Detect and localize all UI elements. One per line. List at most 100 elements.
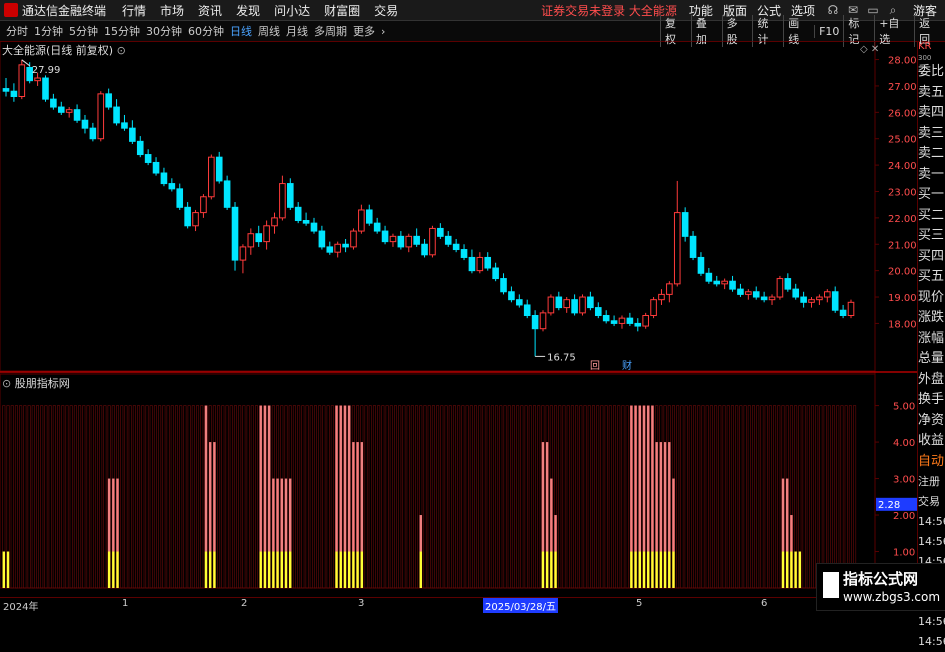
x-label: 5 (636, 598, 643, 609)
candle (294, 202, 302, 224)
y-tick-label: 25.00 (888, 135, 917, 146)
period-1min[interactable]: 1分钟 (34, 23, 63, 39)
indicator-bar (284, 405, 288, 589)
bar-lower (6, 551, 10, 588)
stock-chart-area[interactable]: 28.00 27.00 26.00 25.00 24.00 23.00 22.00 21.00… (0, 41, 917, 597)
bar-lower (347, 551, 351, 588)
period-toolbar: 分时 1分钟 5分钟 15分钟 30分钟 60分钟 日线 周线 月线 多周期 更… (0, 15, 945, 47)
bar-outline (415, 405, 419, 589)
period-30min[interactable]: 30分钟 (146, 23, 182, 39)
bar-lower (352, 551, 355, 588)
close-panel-icon[interactable]: ◇ ✕ (860, 44, 879, 55)
indicator-bar (200, 405, 204, 589)
side-panel-row: 卖四 (918, 105, 945, 120)
candle-body (136, 140, 144, 156)
indicator-bar (495, 405, 499, 589)
indicator-bar (82, 405, 86, 589)
period-15min[interactable]: 15分钟 (104, 23, 140, 39)
side-panel-row: 外盘 (918, 371, 945, 387)
tool-f10[interactable]: F10 (814, 24, 843, 38)
candle (792, 283, 800, 300)
candle-body (358, 209, 365, 232)
indicator-bar (305, 405, 309, 589)
menu-trade[interactable]: 交易 (374, 2, 398, 19)
indicator-bar (667, 405, 671, 589)
candle (247, 228, 255, 255)
bar-outline (246, 405, 250, 589)
bar-outline (82, 405, 86, 589)
period-multi[interactable]: 多周期 (314, 23, 347, 39)
menu-quotes[interactable]: 行情 (122, 2, 146, 19)
indicator-bar (221, 405, 225, 589)
menu-discover[interactable]: 发现 (236, 2, 260, 19)
period-tick[interactable]: 分时 (6, 23, 28, 39)
candle (152, 157, 160, 176)
period-monthly[interactable]: 月线 (286, 23, 308, 39)
period-60min[interactable]: 60分钟 (188, 23, 224, 39)
period-daily[interactable]: 日线 (230, 23, 252, 39)
watermark-logo-icon (823, 572, 839, 598)
candle-body (523, 304, 531, 317)
login-warning[interactable]: 证券交易未登录 大全能源 (541, 2, 677, 19)
indicator-bar (166, 405, 170, 589)
y-tick-label: 23.00 (888, 187, 917, 198)
indicator-bar (629, 405, 633, 589)
period-weekly[interactable]: 周线 (258, 23, 280, 39)
bar-outline (250, 405, 254, 589)
indicator-bar (474, 405, 478, 589)
indicator-bar (608, 405, 612, 589)
bar-outline (73, 405, 77, 589)
chevron-right-icon[interactable]: › (381, 25, 385, 38)
bar-outline (132, 405, 136, 589)
indicator-bar (99, 405, 103, 589)
bar-outline (832, 405, 836, 589)
bar-outline (410, 405, 414, 589)
indicator-bar (297, 405, 301, 589)
bar-upper (356, 442, 359, 552)
candle (342, 238, 349, 253)
indicator-bar (2, 405, 6, 589)
bar-outline (701, 405, 705, 589)
indicator-tick-label: 4.00 (893, 438, 915, 449)
bar-outline (474, 405, 478, 589)
menu-wealth[interactable]: 财富圈 (324, 2, 360, 19)
bar-outline (625, 405, 629, 589)
bar-outline (141, 405, 145, 589)
bar-upper (267, 405, 271, 552)
indicator-bar (191, 405, 195, 589)
period-5min[interactable]: 5分钟 (69, 23, 98, 39)
candle (547, 294, 555, 316)
bar-lower (790, 551, 793, 588)
indicator-bar (48, 405, 52, 589)
candle (381, 225, 389, 245)
indicator-bar (225, 405, 229, 589)
bar-outline (436, 405, 440, 589)
candle-body (460, 249, 468, 258)
indicator-bar (23, 405, 27, 589)
indicator-bar (116, 405, 120, 589)
indicator-bar (419, 405, 423, 589)
menu-market[interactable]: 市场 (160, 2, 184, 19)
bar-outline (452, 405, 456, 589)
indicator-bar (541, 405, 545, 589)
side-panel-lower-row: 注册 (918, 475, 940, 488)
period-more[interactable]: 更多 (353, 23, 375, 39)
candle-body (816, 296, 823, 301)
menu-news[interactable]: 资讯 (198, 2, 222, 19)
bar-upper (781, 478, 785, 552)
indicator-bar (735, 405, 739, 589)
bar-outline (61, 405, 65, 589)
indicator-bar (671, 405, 675, 589)
indicator-bar (587, 405, 591, 589)
side-panel-auto[interactable]: 自动 (918, 452, 945, 473)
indicator-bar (103, 405, 107, 589)
bar-outline (52, 405, 56, 589)
y-tick-label: 27.00 (888, 82, 917, 93)
menu-ask[interactable]: 问小达 (274, 2, 310, 19)
candle-body (239, 246, 247, 261)
headset-icon[interactable]: ☊ (825, 3, 841, 17)
indicator-bar (549, 405, 553, 589)
candle-body (658, 293, 665, 301)
candle-body (555, 296, 563, 309)
candle-body (444, 235, 452, 245)
